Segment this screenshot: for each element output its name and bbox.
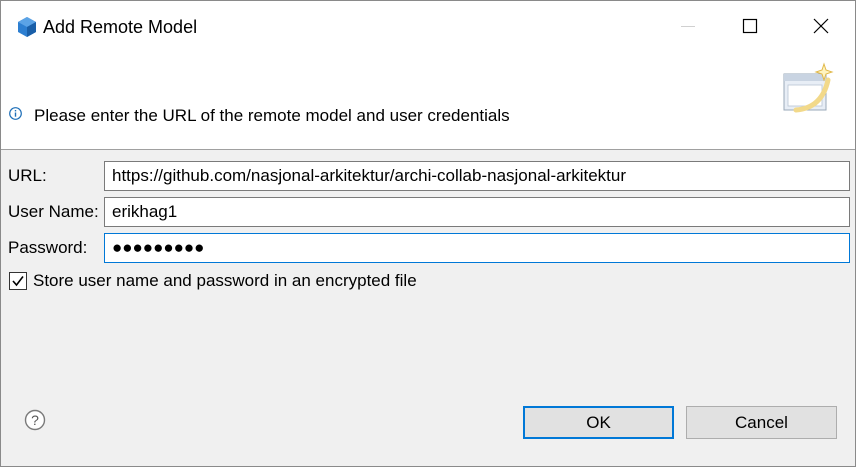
maximize-button[interactable] — [715, 1, 785, 52]
archi-hexagon-icon — [18, 17, 36, 37]
add-remote-model-dialog: Add Remote Model Please enter the URL of… — [0, 0, 856, 467]
url-input[interactable] — [104, 161, 850, 191]
ok-button[interactable]: OK — [523, 406, 674, 439]
cancel-button[interactable]: Cancel — [686, 406, 837, 439]
dialog-banner: Please enter the URL of the remote model… — [1, 52, 855, 149]
svg-text:?: ? — [31, 412, 39, 428]
banner-separator — [1, 149, 855, 150]
close-icon — [813, 18, 829, 34]
username-input[interactable] — [104, 197, 850, 227]
store-credentials-label[interactable]: Store user name and password in an encry… — [33, 270, 417, 292]
store-credentials-checkbox[interactable] — [9, 272, 27, 290]
password-input[interactable] — [104, 233, 850, 263]
minimize-icon — [681, 26, 695, 27]
info-icon — [9, 107, 22, 120]
banner-message: Please enter the URL of the remote model… — [34, 106, 510, 125]
password-label: Password: — [8, 238, 88, 257]
window-title: Add Remote Model — [43, 17, 198, 37]
url-label: URL: — [8, 166, 47, 185]
checkmark-icon — [12, 276, 24, 287]
help-icon[interactable]: ? — [24, 409, 46, 431]
minimize-button[interactable] — [653, 1, 723, 52]
wizard-banner-icon — [783, 62, 834, 113]
maximize-icon — [742, 18, 758, 34]
close-button[interactable] — [786, 1, 856, 52]
title-bar[interactable]: Add Remote Model — [1, 1, 855, 52]
username-label: User Name: — [8, 202, 99, 221]
